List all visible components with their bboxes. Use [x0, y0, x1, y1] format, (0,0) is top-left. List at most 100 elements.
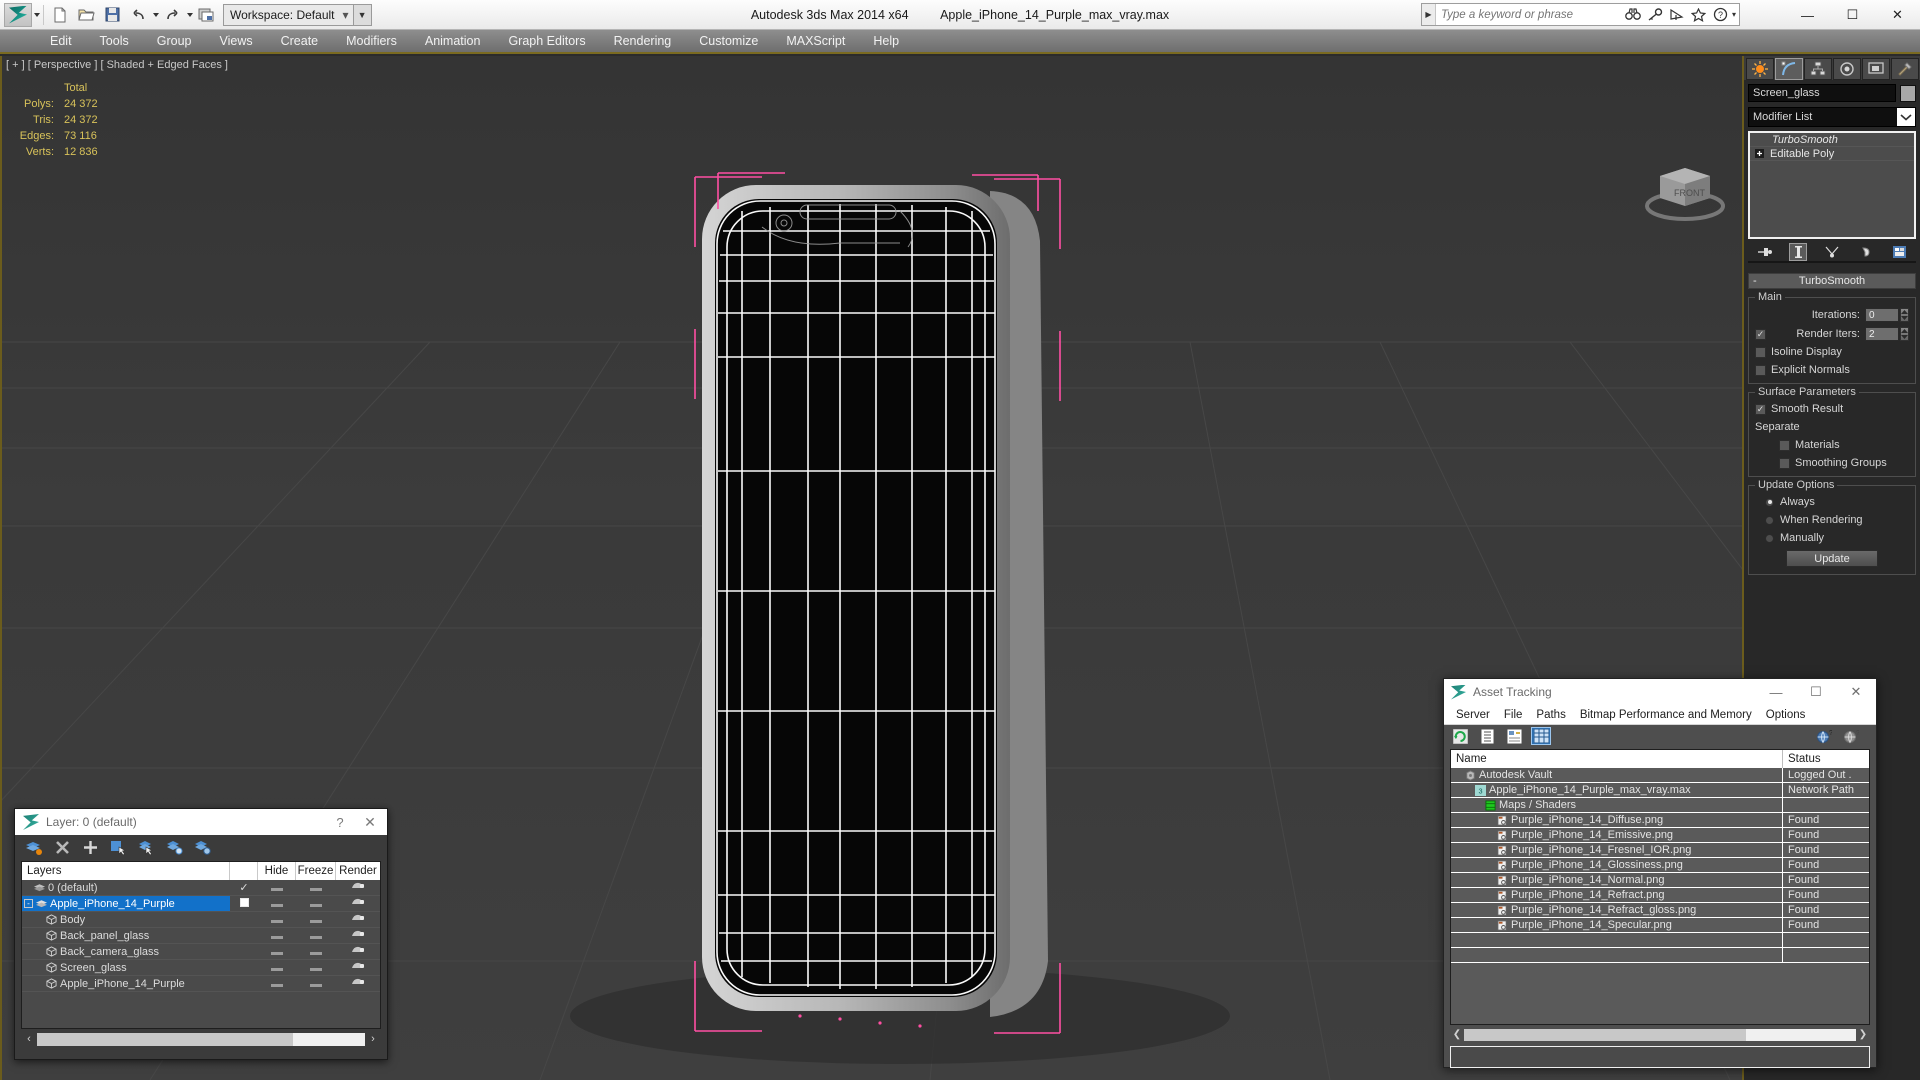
configure-sets-icon[interactable] [1890, 243, 1908, 261]
layer-dialog[interactable]: Layer: 0 (default) ? ✕ Layers Hide Freez… [14, 808, 388, 1060]
render-iters-input[interactable]: 2 [1865, 327, 1899, 341]
menu-item-tools[interactable]: Tools [86, 29, 143, 53]
update-when-rendering-row[interactable]: When Rendering [1755, 514, 1909, 526]
update-manually-radio[interactable] [1765, 533, 1774, 543]
modifier-stack[interactable]: TurboSmooth Editable Poly [1748, 131, 1916, 239]
asset-menu-server[interactable]: Server [1449, 709, 1497, 721]
create-new-layer-icon[interactable] [23, 837, 45, 857]
view-cube[interactable]: FRONT [1630, 148, 1740, 228]
help-dropdown-icon[interactable]: ▾ [1732, 10, 1739, 19]
asset-col-status[interactable]: Status [1783, 750, 1869, 768]
motion-tab-icon[interactable] [1833, 58, 1861, 80]
menu-item-group[interactable]: Group [143, 29, 206, 53]
search-box[interactable]: ▶ ? ▾ [1420, 3, 1740, 26]
smoothing-groups-checkbox[interactable] [1779, 457, 1790, 469]
layer-render-toggle[interactable] [336, 929, 380, 942]
redo-button[interactable] [159, 3, 185, 27]
explicit-normals-row[interactable]: Explicit Normals [1755, 364, 1909, 376]
layer-list[interactable]: Layers Hide Freeze Render 0 (default) ✓ … [21, 861, 381, 1029]
layer-close-button[interactable]: ✕ [353, 814, 387, 831]
grid-view-icon[interactable] [1531, 727, 1551, 745]
utilities-tab-icon[interactable] [1891, 58, 1919, 80]
materials-checkbox[interactable] [1779, 439, 1790, 451]
maximize-button[interactable]: ☐ [1830, 0, 1875, 30]
asset-tracking-dialog[interactable]: Asset Tracking — ☐ ✕ Server File Paths B… [1443, 678, 1877, 1068]
workspace-selector[interactable]: Workspace: Default ▾ [223, 3, 354, 26]
asset-menu-paths[interactable]: Paths [1529, 709, 1572, 721]
display-tab-icon[interactable] [1862, 58, 1890, 80]
new-file-button[interactable] [47, 3, 73, 27]
asset-row[interactable]: Purple_iPhone_14_Fresnel_IOR.png Found [1451, 843, 1869, 858]
layer-row[interactable]: Back_panel_glass [22, 928, 380, 944]
undo-button[interactable] [125, 3, 151, 27]
layer-hide-toggle[interactable] [258, 978, 296, 990]
help-icon[interactable]: ? [1841, 727, 1861, 745]
layer-hide-toggle[interactable] [258, 946, 296, 958]
plus-box-icon[interactable] [1752, 148, 1766, 160]
layer-row[interactable]: Apple_iPhone_14_Purple [22, 976, 380, 992]
asset-row[interactable]: Autodesk Vault Logged Out . [1451, 768, 1869, 783]
asset-menu-file[interactable]: File [1497, 709, 1530, 721]
select-objects-icon[interactable] [107, 837, 129, 857]
pin-stack-icon[interactable] [1756, 243, 1774, 261]
materials-row[interactable]: Materials [1755, 439, 1909, 451]
iterations-spinner[interactable] [1900, 308, 1909, 322]
layer-freeze-toggle[interactable] [296, 930, 336, 942]
save-file-button[interactable] [99, 3, 125, 27]
app-logo-button[interactable] [4, 2, 32, 27]
layer-render-toggle[interactable] [336, 945, 380, 958]
search-input[interactable] [1435, 4, 1622, 25]
asset-row[interactable]: Purple_iPhone_14_Glossiness.png Found [1451, 858, 1869, 873]
asset-row[interactable]: Purple_iPhone_14_Emissive.png Found [1451, 828, 1869, 843]
iphone-3d-model[interactable] [690, 171, 1090, 1051]
smooth-result-row[interactable]: ✓ Smooth Result [1755, 403, 1909, 415]
scroll-left-button[interactable]: ❮ [1450, 1029, 1464, 1040]
layer-freeze-toggle[interactable] [296, 882, 336, 894]
update-always-radio[interactable] [1765, 497, 1774, 507]
key-icon[interactable] [1644, 4, 1666, 25]
layer-hide-toggle[interactable] [258, 914, 296, 926]
menu-item-animation[interactable]: Animation [411, 29, 495, 53]
make-unique-icon[interactable] [1823, 243, 1841, 261]
layer-freeze-toggle[interactable] [296, 978, 336, 990]
menu-item-create[interactable]: Create [267, 29, 333, 53]
scroll-thumb[interactable] [37, 1032, 293, 1046]
star-icon[interactable] [1688, 4, 1710, 25]
app-menu-chevron-icon[interactable] [34, 12, 40, 17]
hierarchy-tab-icon[interactable] [1804, 58, 1832, 80]
binoculars-icon[interactable] [1622, 4, 1644, 25]
explicit-normals-checkbox[interactable] [1755, 364, 1766, 376]
help-icon[interactable]: ? [1710, 4, 1732, 25]
asset-menu-options[interactable]: Options [1759, 709, 1813, 721]
asset-maximize-button[interactable]: ☐ [1796, 684, 1836, 700]
layer-render-toggle[interactable] [336, 897, 380, 910]
layer-current-marker[interactable]: ✓ [230, 881, 258, 894]
layer-freeze-toggle[interactable] [296, 914, 336, 926]
delete-layer-icon[interactable] [51, 837, 73, 857]
asset-row[interactable]: Purple_iPhone_14_Specular.png Found [1451, 918, 1869, 933]
layer-current-marker[interactable] [230, 897, 258, 910]
layer-render-toggle[interactable] [336, 913, 380, 926]
update-manually-row[interactable]: Manually [1755, 532, 1909, 544]
menu-item-customize[interactable]: Customize [685, 29, 772, 53]
render-iters-checkbox[interactable]: ✓ [1755, 328, 1766, 340]
chevron-down-icon[interactable] [1897, 108, 1915, 126]
layer-render-toggle[interactable] [336, 977, 380, 990]
smoothing-groups-row[interactable]: Smoothing Groups [1755, 457, 1909, 469]
isoline-display-checkbox[interactable] [1755, 346, 1766, 358]
layer-hide-toggle[interactable] [258, 882, 296, 894]
asset-minimize-button[interactable]: — [1756, 685, 1796, 700]
scroll-track[interactable] [37, 1032, 365, 1046]
layer-row[interactable]: Back_camera_glass [22, 944, 380, 960]
layer-expander[interactable]: - [24, 899, 33, 908]
layer-properties-icon[interactable] [191, 837, 213, 857]
scroll-left-button[interactable]: ‹ [21, 1033, 37, 1045]
layer-freeze-toggle[interactable] [296, 898, 336, 910]
layer-help-button[interactable]: ? [327, 815, 353, 830]
isoline-display-row[interactable]: Isoline Display [1755, 346, 1909, 358]
scroll-thumb[interactable] [1464, 1028, 1747, 1041]
asset-menu-bitmap-performance-and-memory[interactable]: Bitmap Performance and Memory [1573, 709, 1759, 721]
layer-row[interactable]: Screen_glass [22, 960, 380, 976]
workspace-dropdown-button[interactable]: ▼ [353, 3, 372, 26]
layer-row[interactable]: - Apple_iPhone_14_Purple [22, 896, 380, 912]
